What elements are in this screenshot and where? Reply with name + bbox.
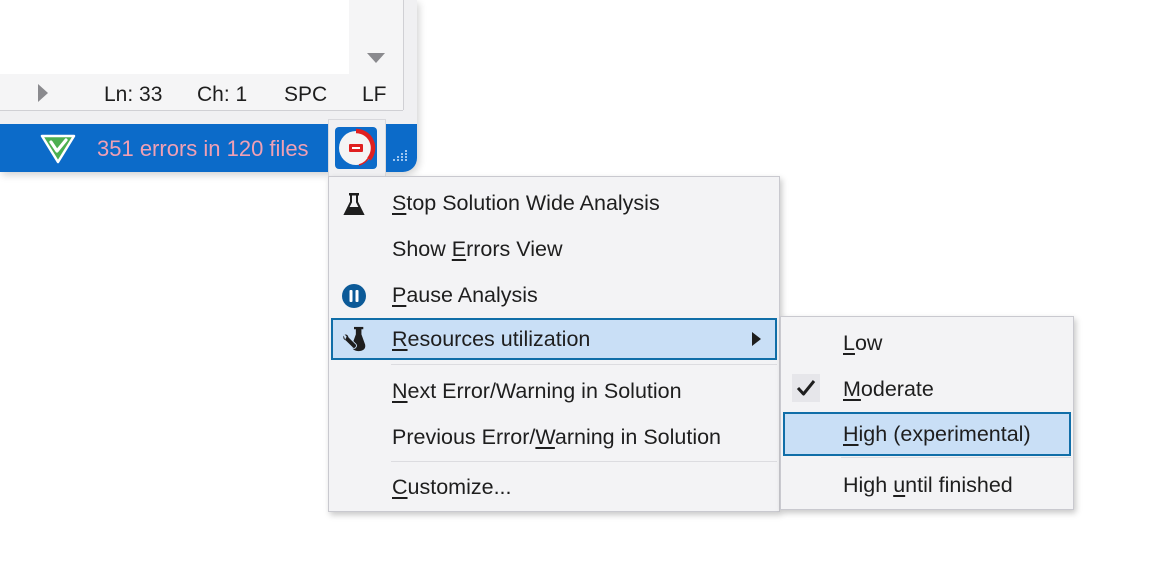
submenu-arrow-icon xyxy=(752,332,761,346)
menu-item-label: Pause Analysis xyxy=(392,283,538,307)
line-ending-field[interactable]: LF xyxy=(362,83,387,107)
menu-item-label: Resources utilization xyxy=(392,327,591,351)
submenu-item-high-until-finished[interactable]: High until finished xyxy=(783,465,1071,505)
indentation-field[interactable]: SPC xyxy=(284,83,327,107)
menu-item-label: Show Errors View xyxy=(392,237,563,261)
resources-utilization-submenu: Low Moderate High (experimental) High un… xyxy=(780,316,1074,510)
menu-separator xyxy=(391,364,777,365)
resize-grip-icon[interactable] xyxy=(393,148,409,162)
menu-item-label: Stop Solution Wide Analysis xyxy=(392,191,660,215)
line-number-field[interactable]: Ln: 33 xyxy=(104,83,162,107)
submenu-item-label: Low xyxy=(843,331,883,355)
errors-summary-link[interactable]: 351 errors in 120 files xyxy=(97,136,309,162)
submenu-item-moderate[interactable]: Moderate xyxy=(783,369,1071,409)
menu-item-next-error[interactable]: Next Error/Warning in Solution xyxy=(331,372,775,410)
submenu-separator xyxy=(841,457,1071,458)
submenu-item-label: High until finished xyxy=(843,473,1013,497)
scroll-right-arrow-icon[interactable] xyxy=(38,84,48,102)
checkmark-icon xyxy=(796,380,816,396)
menu-item-pause-analysis[interactable]: Pause Analysis xyxy=(331,276,775,314)
solution-analysis-button[interactable] xyxy=(335,127,377,169)
menu-item-label: Previous Error/Warning in Solution xyxy=(392,425,722,449)
menu-item-stop-analysis[interactable]: Stop Solution Wide Analysis xyxy=(331,184,775,222)
pause-icon xyxy=(342,284,366,308)
char-position-field[interactable]: Ch: 1 xyxy=(197,83,247,107)
menu-item-resources-utilization[interactable]: Resources utilization xyxy=(331,318,777,360)
submenu-item-label: Moderate xyxy=(843,377,934,401)
menu-item-label: Next Error/Warning in Solution xyxy=(392,379,682,403)
wrench-flask-icon xyxy=(342,326,366,352)
analysis-context-menu: Stop Solution Wide Analysis Show Errors … xyxy=(328,176,780,512)
submenu-item-high-experimental[interactable]: High (experimental) xyxy=(783,412,1071,456)
menu-item-previous-error[interactable]: Previous Error/Warning in Solution xyxy=(331,418,775,456)
scroll-down-arrow-icon[interactable] xyxy=(367,53,385,63)
menu-item-label: Customize... xyxy=(392,475,512,499)
menu-item-customize[interactable]: Customize... xyxy=(331,468,775,506)
submenu-item-label: High (experimental) xyxy=(843,422,1031,446)
flask-icon xyxy=(343,193,365,215)
submenu-item-low[interactable]: Low xyxy=(783,323,1071,363)
analysis-progress-icon xyxy=(339,128,376,166)
checkmark-box xyxy=(792,374,820,402)
vue-check-icon xyxy=(40,134,76,164)
menu-item-show-errors-view[interactable]: Show Errors View xyxy=(331,230,775,268)
editor-area[interactable] xyxy=(0,0,349,74)
window-divider xyxy=(403,0,404,110)
menu-separator xyxy=(391,461,777,462)
